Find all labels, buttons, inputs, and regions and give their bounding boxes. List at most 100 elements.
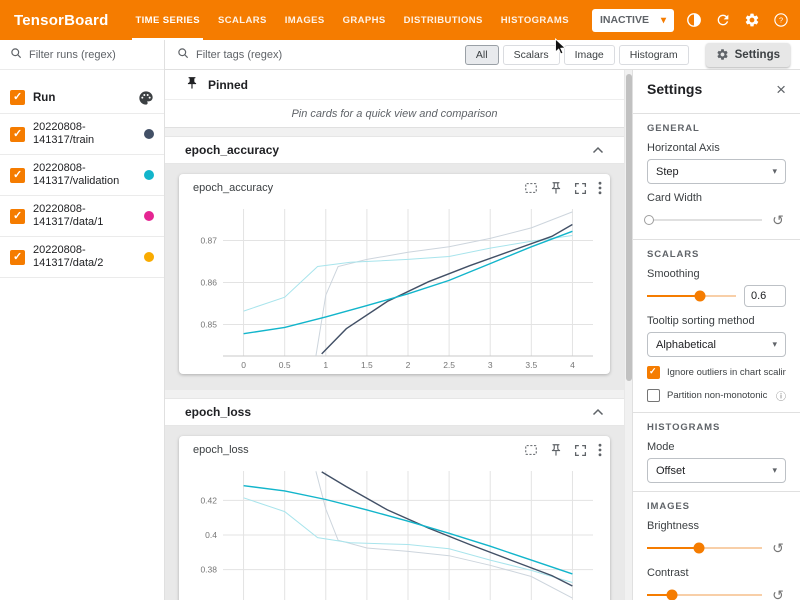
palette-icon[interactable]: [138, 90, 154, 106]
run-row-validation[interactable]: 20220808-141317/validation: [0, 155, 164, 196]
run-checkbox[interactable]: [10, 168, 25, 183]
scalar-card-epoch-loss: epoch_loss: [179, 436, 610, 600]
data-selection-icon[interactable]: [524, 443, 538, 457]
theme-toggle-icon[interactable]: [685, 11, 703, 29]
section-header[interactable]: epoch_accuracy: [165, 136, 624, 164]
pin-icon[interactable]: [549, 181, 563, 195]
smoothing-input[interactable]: [744, 285, 786, 307]
run-color-dot: [144, 129, 154, 139]
epoch-accuracy-chart[interactable]: 00.511.522.533.540.850.860.87: [183, 202, 607, 374]
histogram-mode-select[interactable]: Offset ▾: [647, 458, 786, 483]
card-actions: [524, 181, 602, 195]
select-all-runs-checkbox[interactable]: [10, 90, 25, 105]
run-checkbox[interactable]: [10, 209, 25, 224]
tab-time-series[interactable]: TIME SERIES: [126, 0, 209, 40]
close-icon[interactable]: ×: [776, 81, 786, 98]
scrollbar-thumb[interactable]: [626, 74, 632, 381]
chip-all[interactable]: All: [465, 45, 499, 65]
slider-thumb[interactable]: [693, 543, 704, 554]
data-selection-icon[interactable]: [524, 181, 538, 195]
run-name: 20220808-141317/validation: [33, 162, 136, 188]
pin-icon[interactable]: [549, 443, 563, 457]
tab-graphs[interactable]: GRAPHS: [334, 0, 395, 40]
card-width-slider[interactable]: [647, 214, 762, 226]
tab-scalars[interactable]: SCALARS: [209, 0, 276, 40]
histograms-heading: HISTOGRAMS: [647, 422, 786, 433]
runs-filter-input[interactable]: [29, 49, 154, 61]
filter-chips: All Scalars Image Histogram: [465, 45, 689, 65]
tooltip-sort-select[interactable]: Alphabetical ▾: [647, 332, 786, 357]
divider: [633, 239, 800, 240]
ignore-outliers-checkbox[interactable]: [647, 366, 660, 379]
slider-thumb[interactable]: [695, 291, 706, 302]
tag-section-epoch-accuracy: epoch_accuracy epoch_accuracy: [165, 136, 624, 390]
runs-filter-row: [0, 40, 164, 70]
svg-text:2.5: 2.5: [443, 360, 455, 370]
refresh-icon[interactable]: [714, 11, 732, 29]
run-name: 20220808-141317/data/2: [33, 244, 136, 270]
chip-histogram[interactable]: Histogram: [619, 45, 689, 65]
epoch-loss-chart[interactable]: 00.511.522.533.540.360.380.40.42: [183, 464, 607, 600]
svg-text:1.5: 1.5: [360, 360, 372, 370]
card-title: epoch_accuracy: [193, 182, 273, 194]
gear-icon[interactable]: [743, 11, 761, 29]
svg-text:4: 4: [570, 360, 575, 370]
tab-distributions[interactable]: DISTRIBUTIONS: [395, 0, 492, 40]
brightness-slider[interactable]: [647, 542, 762, 554]
horizontal-axis-label: Horizontal Axis: [647, 142, 786, 154]
section-header[interactable]: epoch_loss: [165, 398, 624, 426]
fullscreen-icon[interactable]: [574, 444, 587, 457]
svg-text:3: 3: [487, 360, 492, 370]
search-icon: [10, 46, 22, 64]
more-options-icon[interactable]: [598, 181, 602, 195]
tab-images[interactable]: IMAGES: [276, 0, 334, 40]
pinned-hint: Pin cards for a quick view and compariso…: [165, 100, 624, 127]
status-select-value: INACTIVE: [600, 14, 649, 26]
run-checkbox[interactable]: [10, 250, 25, 265]
reset-icon[interactable]: ↺: [770, 587, 786, 600]
help-icon[interactable]: ?: [772, 11, 790, 29]
chip-scalars[interactable]: Scalars: [503, 45, 560, 65]
svg-text:0.87: 0.87: [200, 236, 217, 246]
horizontal-axis-value: Step: [656, 166, 679, 178]
partition-x-checkbox[interactable]: [647, 389, 660, 402]
tooltip-sort-label: Tooltip sorting method: [647, 315, 786, 327]
svg-text:0.4: 0.4: [205, 530, 217, 540]
horizontal-axis-select[interactable]: Step ▾: [647, 159, 786, 184]
card-title: epoch_loss: [193, 444, 249, 456]
tags-filter-input[interactable]: [196, 49, 386, 61]
settings-panel: Settings × GENERAL Horizontal Axis Step …: [632, 70, 800, 600]
fullscreen-icon[interactable]: [574, 182, 587, 195]
chevron-up-icon[interactable]: [592, 146, 604, 154]
slider-thumb[interactable]: [644, 215, 654, 225]
run-row-data-1[interactable]: 20220808-141317/data/1: [0, 196, 164, 237]
status-select[interactable]: INACTIVE ▾: [592, 9, 674, 32]
section-title: epoch_loss: [185, 405, 251, 419]
settings-button[interactable]: Settings: [706, 43, 790, 67]
pinned-section: Pinned Pin cards for a quick view and co…: [165, 70, 624, 128]
info-icon[interactable]: ⓘ: [776, 388, 786, 403]
scalar-card-epoch-accuracy: epoch_accuracy: [179, 174, 610, 374]
svg-text:0: 0: [241, 360, 246, 370]
svg-text:1: 1: [323, 360, 328, 370]
tag-section-epoch-loss: epoch_loss epoch_loss: [165, 398, 624, 600]
smoothing-slider[interactable]: [647, 290, 736, 302]
more-options-icon[interactable]: [598, 443, 602, 457]
run-row-data-2[interactable]: 20220808-141317/data/2: [0, 237, 164, 278]
chevron-up-icon[interactable]: [592, 408, 604, 416]
settings-button-label: Settings: [735, 49, 780, 61]
run-checkbox[interactable]: [10, 127, 25, 142]
run-color-dot: [144, 170, 154, 180]
runs-header-row: Run: [0, 82, 164, 114]
run-row-train[interactable]: 20220808-141317/train: [0, 114, 164, 155]
slider-thumb[interactable]: [667, 590, 678, 600]
chip-image[interactable]: Image: [564, 45, 615, 65]
reset-icon[interactable]: ↺: [770, 212, 786, 228]
svg-text:0.5: 0.5: [278, 360, 290, 370]
reset-icon[interactable]: ↺: [770, 540, 786, 556]
contrast-slider[interactable]: [647, 589, 762, 600]
pin-icon: [185, 76, 199, 93]
svg-text:?: ?: [779, 16, 783, 25]
pinned-title: Pinned: [208, 78, 248, 92]
tab-histograms[interactable]: HISTOGRAMS: [492, 0, 578, 40]
